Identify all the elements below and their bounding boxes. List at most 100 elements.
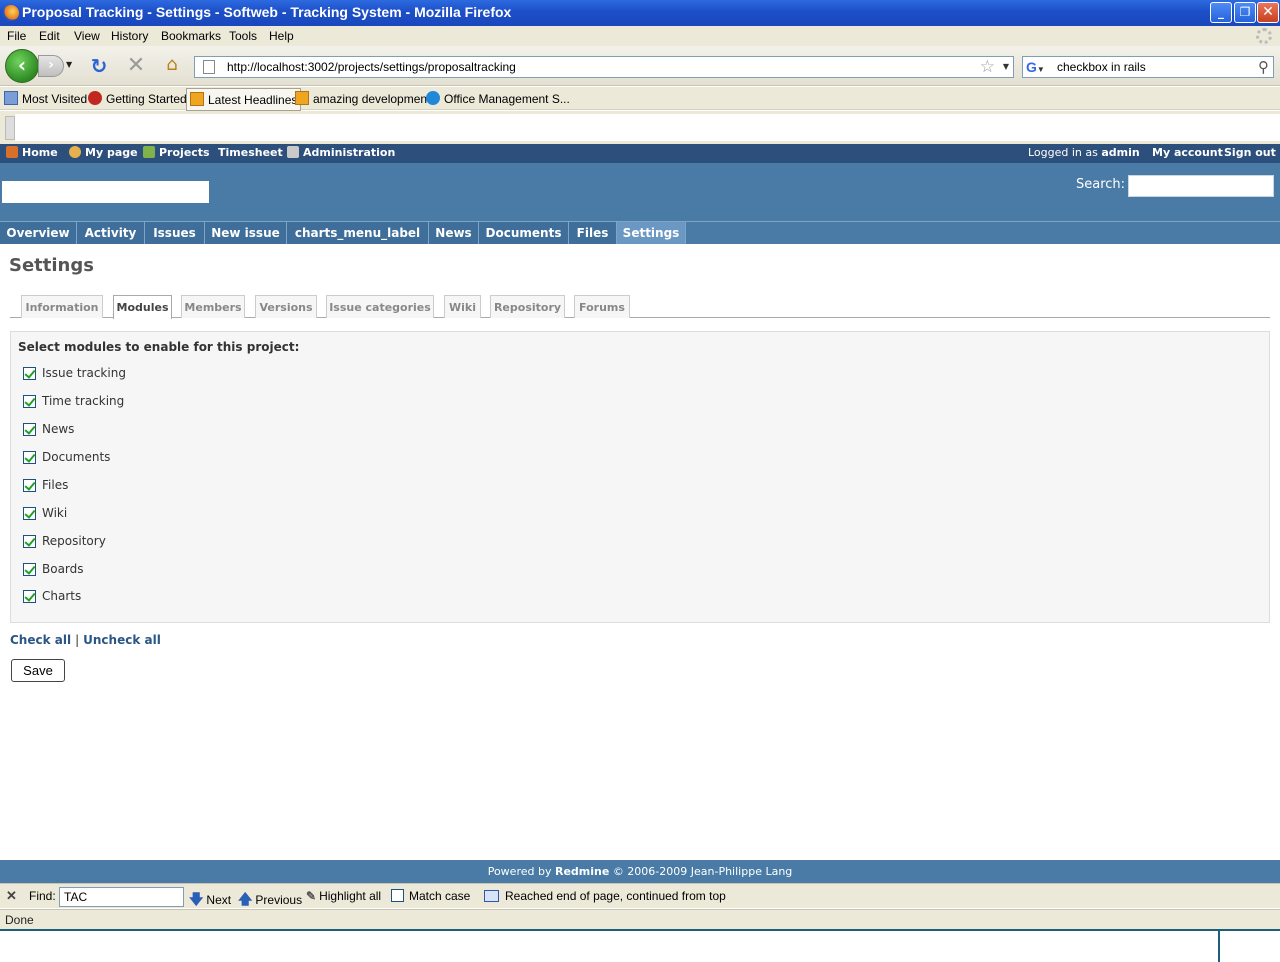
- bookmark-most-visited[interactable]: Most Visited: [4, 91, 87, 106]
- module-label[interactable]: Issue tracking: [42, 366, 126, 380]
- module-checkbox-wiki[interactable]: [23, 507, 36, 520]
- menu-history[interactable]: History: [111, 29, 148, 43]
- close-find-bar-icon[interactable]: ✕: [6, 888, 17, 904]
- url-dropdown-icon[interactable]: ▼: [1003, 62, 1009, 71]
- redmine-top-menu: Home My page Projects Timesheet Administ…: [0, 144, 1280, 163]
- match-case-checkbox[interactable]: [391, 889, 404, 902]
- menu-bookmarks[interactable]: Bookmarks: [161, 29, 221, 43]
- module-label[interactable]: Wiki: [42, 506, 67, 520]
- match-case-label[interactable]: Match case: [409, 889, 470, 903]
- menu-activity[interactable]: Activity: [77, 222, 145, 244]
- home-icon[interactable]: ⌂: [160, 54, 184, 76]
- redmine-link[interactable]: Redmine: [555, 865, 609, 878]
- menu-view[interactable]: View: [74, 29, 100, 43]
- history-dropdown-icon[interactable]: ▼: [66, 60, 76, 70]
- menu-charts[interactable]: charts_menu_label: [287, 222, 429, 244]
- close-button[interactable]: ✕: [1257, 2, 1279, 23]
- module-label[interactable]: Boards: [42, 562, 84, 576]
- web-search-box[interactable]: G▼ checkbox in rails ⚲: [1022, 56, 1274, 78]
- tab-wiki[interactable]: Wiki: [444, 295, 481, 318]
- tab-modules[interactable]: Modules: [113, 295, 172, 319]
- top-menu-timesheet[interactable]: Timesheet: [218, 146, 283, 159]
- web-search-input[interactable]: checkbox in rails: [1057, 60, 1146, 74]
- tab-scroll-handle[interactable]: [5, 116, 15, 140]
- module-label[interactable]: News: [42, 422, 74, 436]
- save-button[interactable]: Save: [11, 659, 65, 682]
- user-link[interactable]: admin: [1101, 146, 1139, 159]
- module-checkbox-files[interactable]: [23, 479, 36, 492]
- modules-lead-text: Select modules to enable for this projec…: [18, 340, 300, 354]
- menu-overview[interactable]: Overview: [0, 222, 77, 244]
- taskbar-divider: [1218, 931, 1220, 962]
- module-label[interactable]: Charts: [42, 589, 81, 603]
- status-text: Done: [5, 913, 34, 927]
- module-checkbox-news[interactable]: [23, 423, 36, 436]
- module-checkbox-repository[interactable]: [23, 535, 36, 548]
- menu-file[interactable]: File: [7, 29, 26, 43]
- google-icon[interactable]: G▼: [1026, 59, 1052, 75]
- bookmark-office-management[interactable]: Office Management S...: [426, 91, 570, 106]
- url-bar[interactable]: http://localhost:3002/projects/settings/…: [194, 56, 1014, 78]
- module-label[interactable]: Documents: [42, 450, 110, 464]
- menu-news[interactable]: News: [429, 222, 479, 244]
- forward-arrow-icon[interactable]: ›: [38, 55, 64, 77]
- highlighter-icon: ✎: [306, 889, 317, 903]
- module-checkbox-charts[interactable]: [23, 590, 36, 603]
- check-all-link[interactable]: Check all: [10, 633, 71, 647]
- bookmark-star-icon[interactable]: ☆: [980, 57, 995, 77]
- back-arrow-icon[interactable]: ‹: [5, 49, 39, 83]
- minimize-button[interactable]: _: [1210, 2, 1232, 23]
- menu-edit[interactable]: Edit: [39, 29, 60, 43]
- stop-icon[interactable]: ✕: [125, 55, 147, 77]
- footer-copyright: © 2006-2009 Jean-Philippe Lang: [612, 865, 793, 878]
- tab-members[interactable]: Members: [181, 295, 245, 318]
- tab-issue-categories[interactable]: Issue categories: [326, 295, 434, 318]
- module-checkbox-boards[interactable]: [23, 563, 36, 576]
- module-checkbox-documents[interactable]: [23, 451, 36, 464]
- find-status: Reached end of page, continued from top: [484, 889, 726, 903]
- menu-files[interactable]: Files: [569, 222, 617, 244]
- rss-icon: [190, 92, 204, 106]
- tab-versions[interactable]: Versions: [255, 295, 317, 318]
- menu-issues[interactable]: Issues: [145, 222, 205, 244]
- menu-help[interactable]: Help: [269, 29, 294, 43]
- bookmark-amazing-development[interactable]: amazing development: [295, 91, 430, 106]
- quick-search-input[interactable]: [1128, 175, 1274, 197]
- tab-forums[interactable]: Forums: [574, 295, 630, 318]
- url-text[interactable]: http://localhost:3002/projects/settings/…: [227, 60, 516, 74]
- highlight-all-button[interactable]: ✎ Highlight all: [306, 889, 381, 903]
- search-magnifier-icon[interactable]: ⚲: [1258, 58, 1269, 76]
- tab-repository[interactable]: Repository: [490, 295, 565, 318]
- module-checkbox-issue-tracking[interactable]: [23, 367, 36, 380]
- menu-new-issue[interactable]: New issue: [205, 222, 287, 244]
- logged-in-label: Logged in as: [1028, 146, 1098, 159]
- uncheck-all-link[interactable]: Uncheck all: [83, 633, 161, 647]
- top-menu-home[interactable]: Home: [6, 146, 58, 159]
- bookmark-latest-headlines[interactable]: Latest Headlines: [186, 88, 302, 111]
- my-account-link[interactable]: My account: [1152, 146, 1223, 159]
- top-menu-projects[interactable]: Projects: [143, 146, 210, 159]
- module-label[interactable]: Repository: [42, 534, 106, 548]
- logged-in-info: Logged in as admin: [1028, 146, 1140, 159]
- menu-documents[interactable]: Documents: [479, 222, 569, 244]
- taskbar-strip: [0, 929, 1280, 962]
- menu-settings[interactable]: Settings: [617, 222, 686, 244]
- restore-button[interactable]: ❐: [1234, 2, 1256, 23]
- bookmark-getting-started[interactable]: Getting Started: [88, 91, 187, 106]
- module-checkbox-time-tracking[interactable]: [23, 395, 36, 408]
- module-label[interactable]: Time tracking: [42, 394, 124, 408]
- reload-icon[interactable]: ↻: [88, 55, 110, 77]
- footer-prefix: Powered by: [487, 865, 552, 878]
- top-menu-administration[interactable]: Administration: [287, 146, 395, 159]
- window-title-bar: Proposal Tracking - Settings - Softweb -…: [0, 0, 1280, 26]
- menu-tools[interactable]: Tools: [229, 29, 257, 43]
- find-input[interactable]: TAC: [59, 887, 184, 907]
- sign-out-link[interactable]: Sign out: [1224, 146, 1276, 159]
- red-bird-icon: [88, 91, 102, 105]
- project-main-menu: Overview Activity Issues New issue chart…: [0, 221, 1280, 244]
- module-label[interactable]: Files: [42, 478, 68, 492]
- redmine-footer: Powered by Redmine © 2006-2009 Jean-Phil…: [0, 860, 1280, 883]
- tab-information[interactable]: Information: [21, 295, 103, 318]
- navigation-toolbar: ‹ › ▼ ↻ ✕ ⌂ http://localhost:3002/projec…: [0, 46, 1280, 86]
- top-menu-my-page[interactable]: My page: [69, 146, 138, 159]
